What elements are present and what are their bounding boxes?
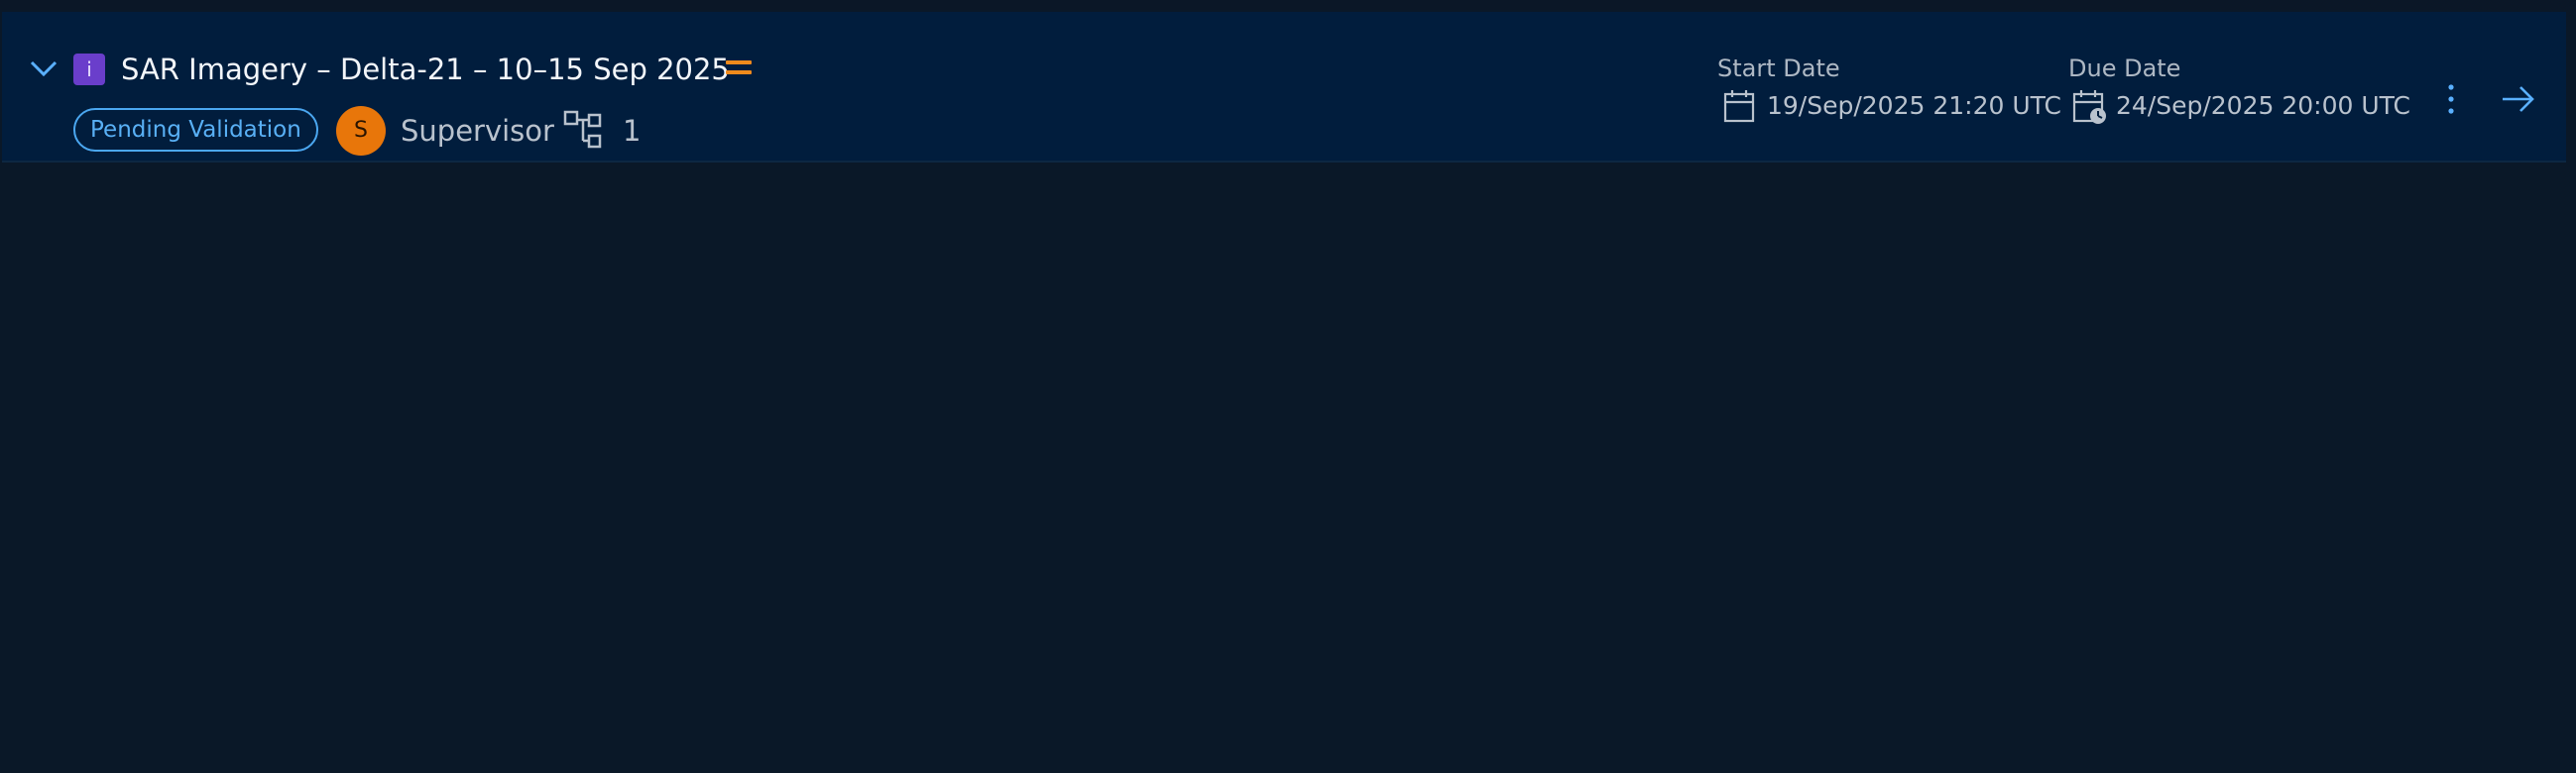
equals-priority-icon [726, 59, 752, 77]
subtask-count: 1 [623, 114, 642, 148]
task-title[interactable]: SAR Imagery – Delta-21 – 10–15 Sep 2025 [121, 50, 730, 89]
arrow-right-icon[interactable] [2501, 83, 2536, 115]
due-date-label: Due Date [2068, 55, 2181, 82]
expand-chevron-icon[interactable] [28, 56, 59, 80]
top-strip [0, 0, 2576, 10]
start-date-value: 19/Sep/2025 21:20 UTC [1767, 91, 2061, 120]
assignee-name: Supervisor [401, 114, 554, 148]
task-type-badge: i [73, 54, 105, 85]
start-date-label: Start Date [1717, 55, 1840, 82]
due-date-value: 24/Sep/2025 20:00 UTC [2116, 91, 2410, 120]
status-badge: Pending Validation [73, 108, 318, 152]
calendar-clock-icon [2072, 89, 2106, 124]
task-card[interactable]: i SAR Imagery – Delta-21 – 10–15 Sep 202… [2, 12, 2566, 163]
avatar: S [336, 106, 386, 156]
subtasks-tree-icon [563, 109, 605, 151]
calendar-icon [1723, 89, 1755, 123]
overflow-menu-icon[interactable] [2441, 79, 2461, 119]
page: i SAR Imagery – Delta-21 – 10–15 Sep 202… [0, 0, 2576, 773]
